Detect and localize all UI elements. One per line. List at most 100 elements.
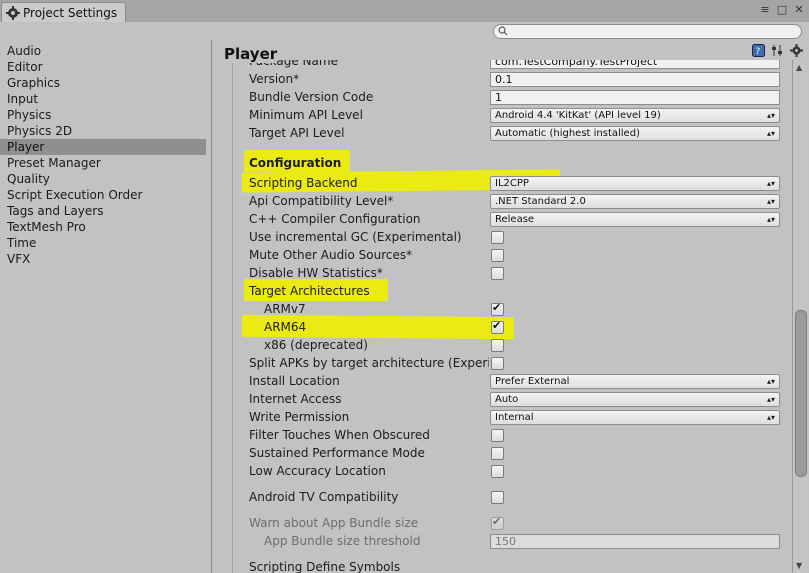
cpp-config-label: C++ Compiler Configuration	[249, 212, 421, 226]
menu-icon[interactable]: ≡	[759, 3, 771, 16]
scripting-backend-label: Scripting Backend	[249, 176, 358, 190]
sidebar-item-time[interactable]: Time	[0, 235, 206, 251]
target-architectures-heading: Target Architectures	[249, 284, 370, 298]
android-tv-checkbox[interactable]	[491, 491, 504, 504]
write-permission-label: Write Permission	[249, 410, 350, 424]
split-apks-label: Split APKs by target architecture (Exper…	[249, 356, 489, 370]
incremental-gc-checkbox[interactable]	[491, 231, 504, 244]
define-symbols-label: Scripting Define Symbols	[249, 560, 401, 573]
settings-gear-icon[interactable]	[790, 44, 803, 57]
scroll-down-icon[interactable]: ▼	[796, 561, 802, 570]
install-location-value: Prefer External	[495, 376, 570, 387]
sidebar-item-player[interactable]: Player	[0, 139, 206, 155]
version-field[interactable]: 0.1	[490, 72, 780, 87]
configuration-heading: Configuration	[249, 156, 342, 170]
sidebar-item-physics-2d[interactable]: Physics 2D	[0, 123, 206, 139]
sidebar-item-quality[interactable]: Quality	[0, 171, 206, 187]
dropdown-arrow-icon: ▴▾	[766, 215, 775, 224]
disable-hw-checkbox[interactable]	[491, 267, 504, 280]
min-api-dropdown[interactable]: Android 4.4 'KitKat' (API level 19) ▴▾	[490, 108, 780, 123]
cpp-config-value: Release	[495, 214, 535, 225]
page-title: Player	[224, 45, 278, 63]
dropdown-arrow-icon: ▴▾	[766, 179, 775, 188]
api-compat-dropdown[interactable]: .NET Standard 2.0 ▴▾	[490, 194, 780, 209]
split-apks-checkbox[interactable]	[491, 357, 504, 370]
search-bar	[0, 22, 809, 40]
scroll-up-icon[interactable]: ▲	[796, 63, 802, 72]
bundle-version-code-field[interactable]: 1	[490, 90, 780, 105]
write-permission-dropdown[interactable]: Internal ▴▾	[490, 410, 780, 425]
warn-bundle-checkbox	[491, 515, 504, 530]
mute-audio-checkbox[interactable]	[491, 249, 504, 262]
dropdown-arrow-icon: ▴▾	[766, 129, 775, 138]
dropdown-arrow-icon: ▴▾	[766, 395, 775, 404]
close-icon[interactable]: ✕	[793, 3, 805, 16]
target-api-value: Automatic (highest installed)	[495, 128, 640, 139]
dropdown-arrow-icon: ▴▾	[766, 413, 775, 422]
sidebar-item-audio[interactable]: Audio	[0, 43, 206, 59]
player-settings-panel: Package Name com.TestCompany.TestProject…	[212, 40, 809, 573]
internet-access-value: Auto	[495, 394, 519, 405]
svg-text:?: ?	[756, 47, 761, 57]
target-api-dropdown[interactable]: Automatic (highest installed) ▴▾	[490, 126, 780, 141]
low-accuracy-checkbox[interactable]	[491, 465, 504, 478]
search-icon	[498, 26, 508, 36]
project-settings-tab[interactable]: Project Settings	[1, 2, 126, 23]
sustained-perf-checkbox[interactable]	[491, 447, 504, 460]
min-api-value: Android 4.4 'KitKat' (API level 19)	[495, 110, 661, 121]
incremental-gc-label: Use incremental GC (Experimental)	[249, 230, 462, 244]
sidebar-item-tags-and-layers[interactable]: Tags and Layers	[0, 203, 206, 219]
bundle-version-code-label: Bundle Version Code	[249, 90, 374, 104]
search-input[interactable]	[493, 24, 802, 39]
sidebar-item-vfx[interactable]: VFX	[0, 251, 206, 267]
header-icons: ?	[752, 44, 803, 57]
arm64-checkbox[interactable]	[491, 319, 504, 334]
dropdown-arrow-icon: ▴▾	[766, 111, 775, 120]
filter-touches-label: Filter Touches When Obscured	[249, 428, 430, 442]
sidebar-item-preset-manager[interactable]: Preset Manager	[0, 155, 206, 171]
mute-audio-label: Mute Other Audio Sources*	[249, 248, 413, 262]
filter-touches-checkbox[interactable]	[491, 429, 504, 442]
scripting-backend-dropdown[interactable]: IL2CPP ▴▾	[490, 176, 780, 191]
package-name-field[interactable]: com.TestCompany.TestProject	[490, 60, 780, 69]
scripting-backend-value: IL2CPP	[495, 178, 529, 189]
x86-label: x86 (deprecated)	[264, 338, 368, 352]
internet-access-dropdown[interactable]: Auto ▴▾	[490, 392, 780, 407]
help-icon[interactable]: ?	[752, 44, 765, 57]
version-label: Version*	[249, 72, 300, 86]
preset-icon[interactable]	[771, 44, 784, 57]
scrollbar-thumb[interactable]	[795, 310, 807, 477]
x86-checkbox[interactable]	[491, 339, 504, 352]
cpp-config-dropdown[interactable]: Release ▴▾	[490, 212, 780, 227]
api-compat-label: Api Compatibility Level*	[249, 194, 394, 208]
sidebar-item-textmesh-pro[interactable]: TextMesh Pro	[0, 219, 206, 235]
install-location-dropdown[interactable]: Prefer External ▴▾	[490, 374, 780, 389]
dropdown-arrow-icon: ▴▾	[766, 197, 775, 206]
android-tv-label: Android TV Compatibility	[249, 490, 399, 504]
settings-sidebar: Audio Editor Graphics Input Physics Phys…	[0, 40, 212, 573]
install-location-label: Install Location	[249, 374, 340, 388]
sidebar-item-editor[interactable]: Editor	[0, 59, 206, 75]
tab-title: Project Settings	[23, 6, 118, 20]
window-tabstrip: Project Settings ≡ □ ✕	[0, 0, 809, 23]
bundle-threshold-label: App Bundle size threshold	[264, 534, 421, 548]
arm64-label: ARM64	[264, 320, 307, 334]
armv7-checkbox[interactable]	[491, 301, 504, 316]
vertical-scrollbar[interactable]: ▲ ▼	[792, 60, 808, 573]
dropdown-arrow-icon: ▴▾	[766, 377, 775, 386]
write-permission-value: Internal	[495, 412, 534, 423]
sidebar-item-graphics[interactable]: Graphics	[0, 75, 206, 91]
internet-access-label: Internet Access	[249, 392, 342, 406]
warn-bundle-label: Warn about App Bundle size	[249, 516, 419, 530]
target-api-label: Target API Level	[249, 126, 345, 140]
sidebar-item-script-execution-order[interactable]: Script Execution Order	[0, 187, 206, 203]
sidebar-item-input[interactable]: Input	[0, 91, 206, 107]
gear-icon	[6, 6, 20, 20]
min-api-label: Minimum API Level	[249, 108, 363, 122]
settings-scroll-area[interactable]: Package Name com.TestCompany.TestProject…	[212, 60, 792, 573]
sustained-perf-label: Sustained Performance Mode	[249, 446, 425, 460]
sidebar-item-physics[interactable]: Physics	[0, 107, 206, 123]
low-accuracy-label: Low Accuracy Location	[249, 464, 386, 478]
maximize-icon[interactable]: □	[776, 3, 788, 16]
bundle-threshold-field: 150	[490, 534, 780, 549]
